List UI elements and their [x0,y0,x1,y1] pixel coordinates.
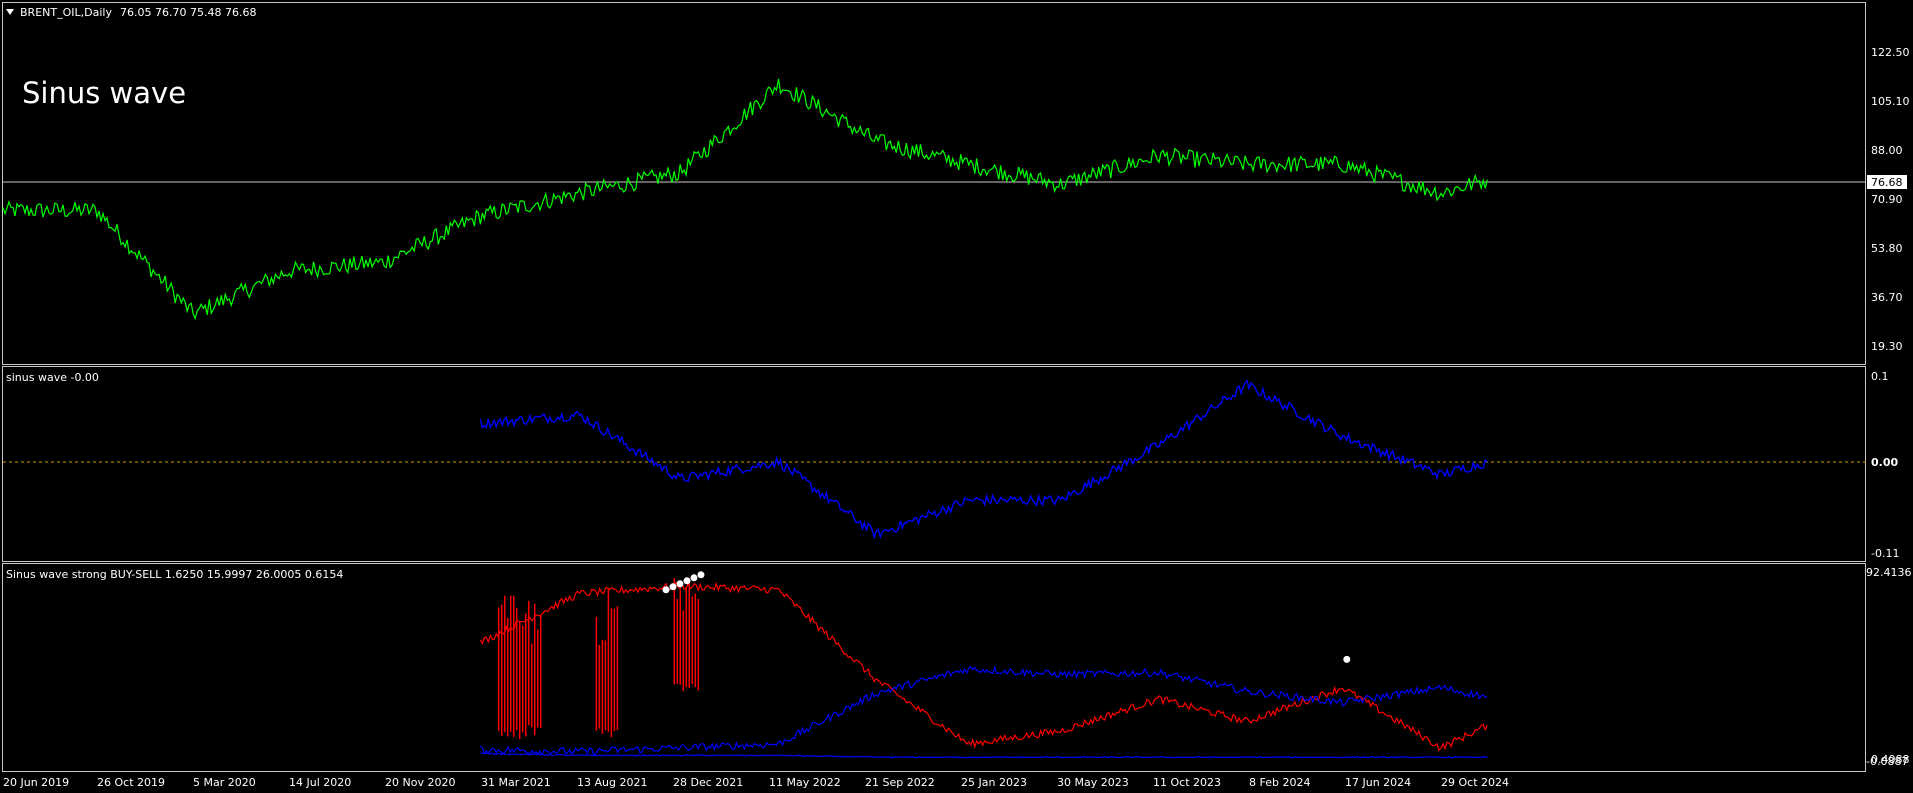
x-tick: 25 Jan 2023 [961,776,1027,789]
sinus-y-tick: -0.11 [1871,547,1899,560]
x-tick: 13 Aug 2021 [577,776,647,789]
x-tick: 26 Oct 2019 [97,776,165,789]
x-tick: 20 Nov 2020 [385,776,455,789]
x-tick: 29 Oct 2024 [1441,776,1509,789]
chart-annotation: Sinus wave [22,76,186,110]
price-y-tick: 88.00 [1871,144,1903,157]
x-tick: 31 Mar 2021 [481,776,551,789]
x-tick: 11 Oct 2023 [1153,776,1221,789]
price-y-tick: 122.50 [1871,46,1910,59]
x-tick: 21 Sep 2022 [865,776,935,789]
chart-canvas[interactable]: BRENT_OIL,Daily 76.05 76.70 75.48 76.68 … [0,0,1913,793]
buysell-panel-label: Sinus wave strong BUY-SELL 1.6250 15.999… [6,568,343,581]
x-tick: 11 May 2022 [769,776,841,789]
price-y-tick: 105.10 [1871,95,1910,108]
signal-marker [1343,655,1351,663]
x-tick: 28 Dec 2021 [673,776,743,789]
sinus-y-tick: 0.1 [1871,370,1889,383]
x-tick: 5 Mar 2020 [193,776,256,789]
price-y-tick: 19.30 [1871,340,1903,353]
price-y-tick: 36.70 [1871,291,1903,304]
x-tick: 8 Feb 2024 [1249,776,1310,789]
symbol-label: BRENT_OIL,Daily [20,6,112,19]
buysell-y-tick: 92.4136 [1866,566,1912,579]
current-price-label: 76.68 [1871,176,1903,189]
chart-background [0,0,1913,793]
price-y-tick: 53.80 [1871,242,1903,255]
x-tick: 20 Jun 2019 [3,776,69,789]
ohlc-label: 76.05 76.70 75.48 76.68 [120,6,256,19]
buysell-y-tick: -0.0887 [1866,755,1908,768]
sinus-panel-label: sinus wave -0.00 [6,371,99,384]
x-tick: 14 Jul 2020 [289,776,351,789]
price-y-tick: 70.90 [1871,193,1903,206]
x-tick: 30 May 2023 [1057,776,1129,789]
x-tick: 17 Jun 2024 [1345,776,1411,789]
sinus-y-tick: 0.00 [1871,456,1898,469]
